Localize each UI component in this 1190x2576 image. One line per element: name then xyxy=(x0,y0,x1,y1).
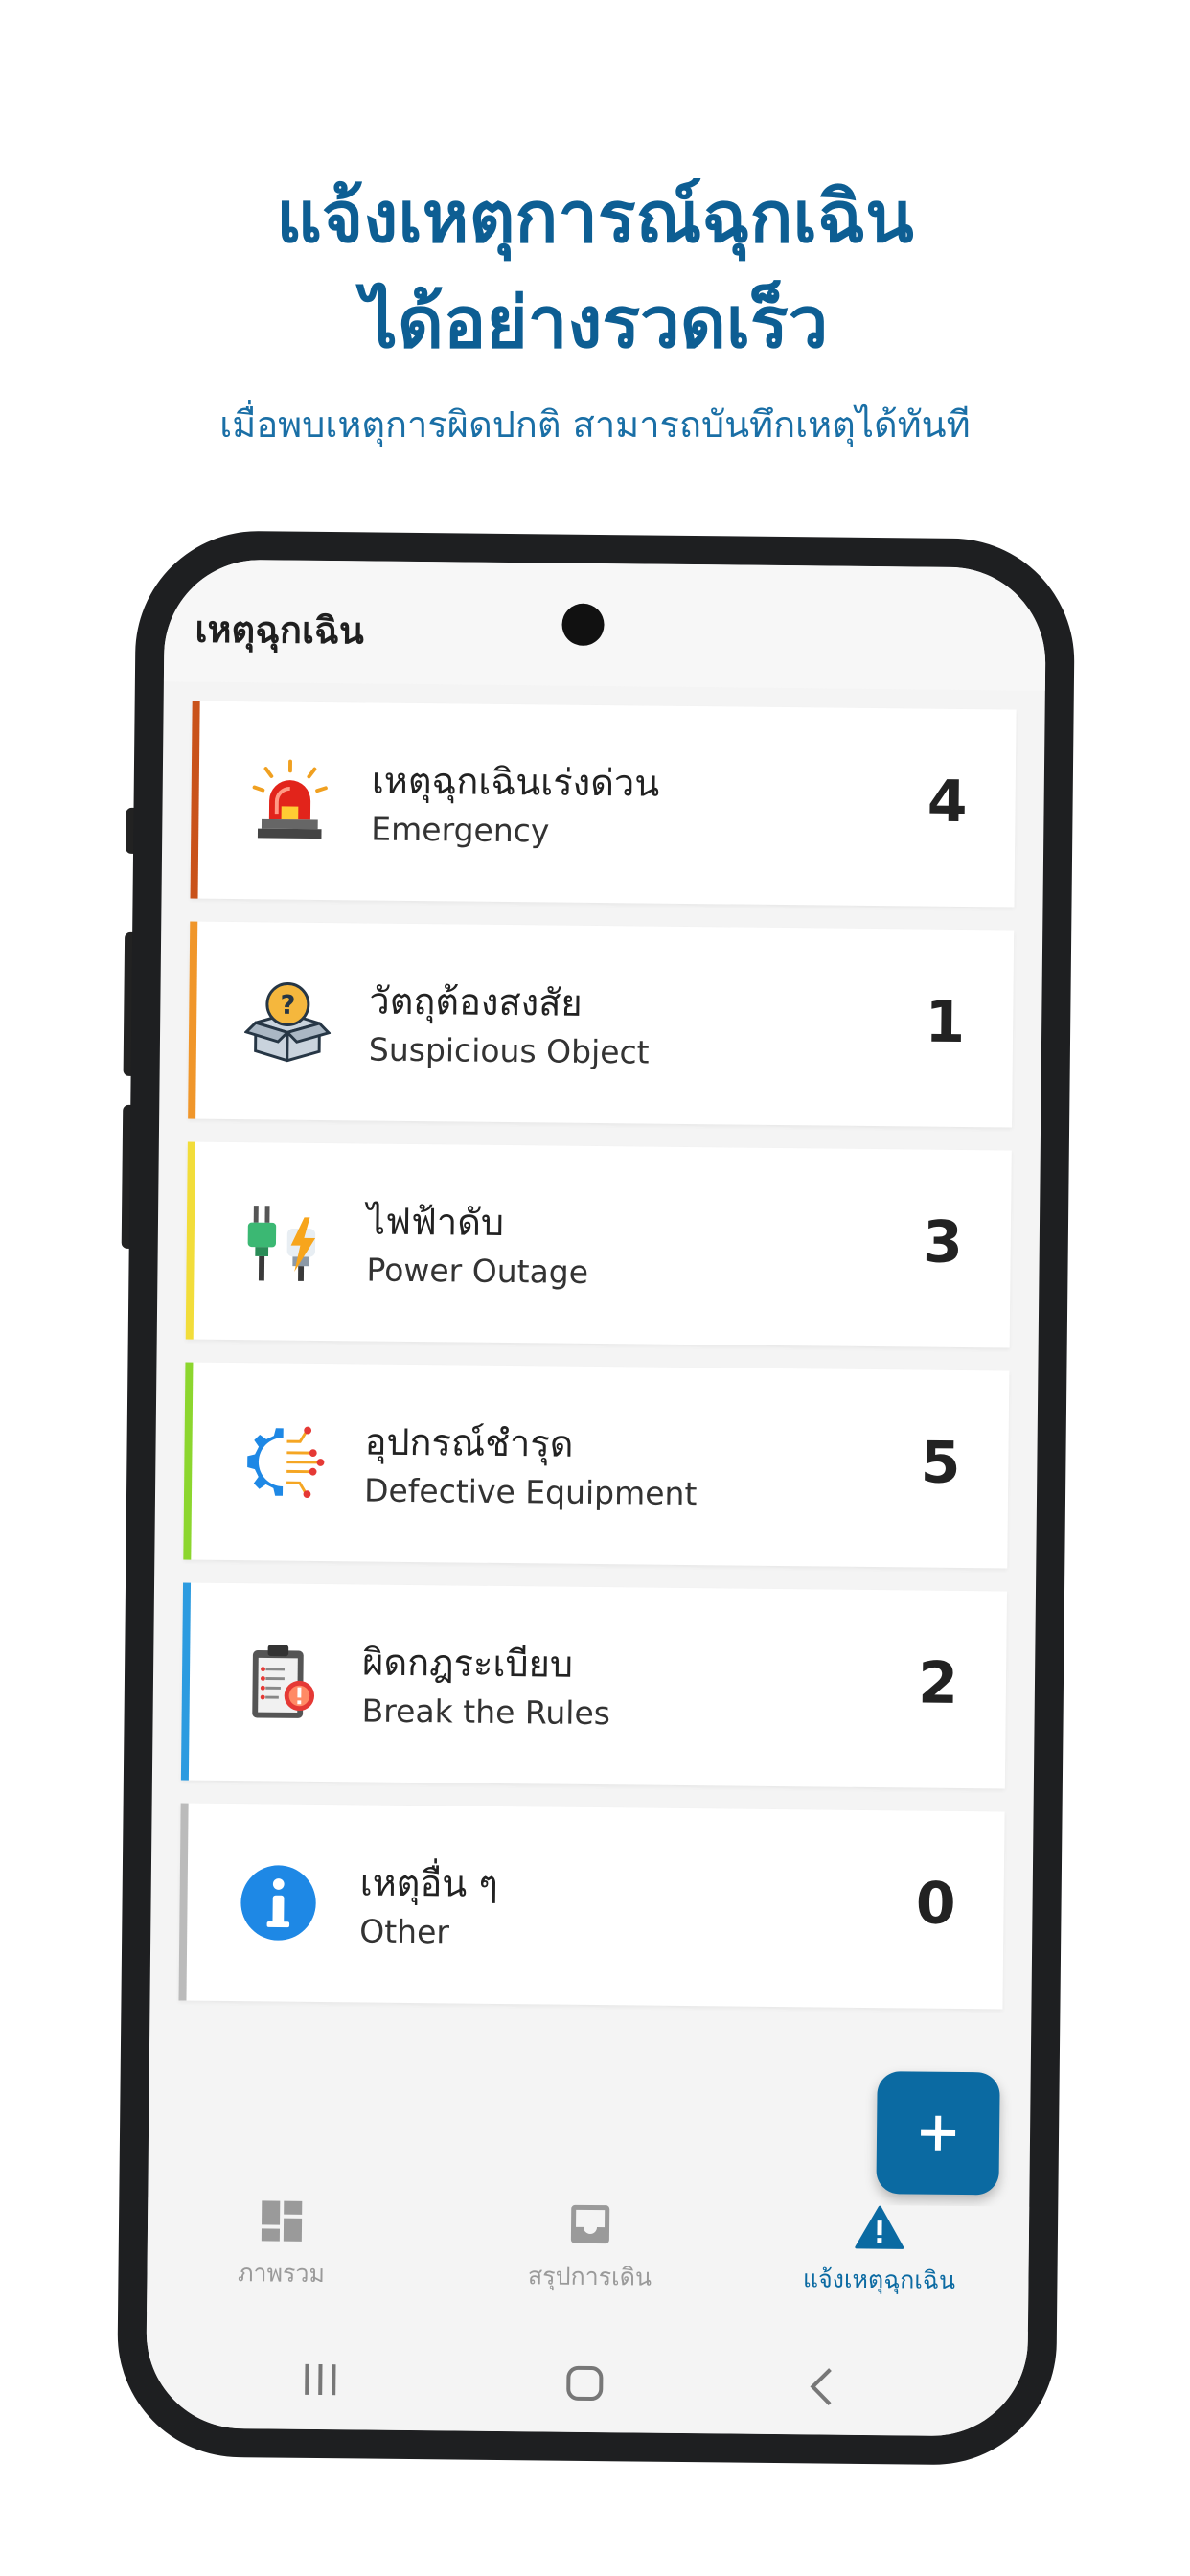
clipboard-warning-icon xyxy=(237,1639,324,1726)
warning-icon xyxy=(855,2205,904,2249)
dashboard-icon xyxy=(261,2200,303,2242)
siren-icon xyxy=(246,757,333,844)
back-icon[interactable] xyxy=(807,2367,835,2406)
add-report-button[interactable] xyxy=(876,2071,1000,2196)
category-name-en: Power Outage xyxy=(366,1251,589,1291)
promo-subtitle: เมื่อพบเหตุการผิดปกติ สามารถบันทึกเหตุได… xyxy=(219,403,971,446)
unplugged-icon xyxy=(241,1198,329,1285)
camera-cutout xyxy=(561,603,605,647)
category-card-emergency[interactable]: เหตุฉุกเฉินเร่งด่วน Emergency 4 xyxy=(190,701,1017,908)
gear-circuit-icon xyxy=(240,1418,327,1506)
category-name-th: เหตุฉุกเฉินเร่งด่วน xyxy=(371,759,660,805)
info-icon xyxy=(235,1859,322,1946)
system-navigation-bar xyxy=(145,2322,1028,2437)
nav-emergency-report[interactable]: แจ้งเหตุฉุกเฉิน xyxy=(735,2204,1023,2301)
promo-title-line2: ได้อย่างรวดเร็ว xyxy=(361,282,829,364)
page-title: เหตุฉุกเฉิน xyxy=(195,608,365,653)
home-icon[interactable] xyxy=(565,2365,604,2402)
nav-emergency-report-label: แจ้งเหตุฉุกเฉิน xyxy=(802,2265,956,2294)
app-screen: เหตุฉุกเฉิน เหตุฉุกเฉินเร่งด่วน Emergenc… xyxy=(145,559,1047,2437)
category-count: 4 xyxy=(927,768,968,837)
category-count: 2 xyxy=(917,1649,959,1717)
category-name-th: อุปกรณ์ชำรุด xyxy=(364,1420,574,1465)
promo-title-line1: แจ้งเหตุการณ์ฉุกเฉิน xyxy=(276,176,914,259)
category-count: 3 xyxy=(922,1208,964,1276)
category-name-en: Other xyxy=(359,1912,450,1951)
category-card-defective-equipment[interactable]: อุปกรณ์ชำรุด Defective Equipment 5 xyxy=(183,1362,1010,1569)
category-count: 1 xyxy=(925,988,966,1057)
category-name-en: Defective Equipment xyxy=(363,1471,698,1513)
category-card-other[interactable]: เหตุอื่น ๆ Other 0 xyxy=(178,1803,1005,2010)
category-name-en: Emergency xyxy=(371,810,550,850)
inbox-icon xyxy=(570,2204,610,2244)
category-name-th: เหตุอื่น ๆ xyxy=(359,1861,499,1905)
category-card-break-the-rules[interactable]: ผิดกฎระเบียบ Break the Rules 2 xyxy=(180,1582,1008,1789)
category-count: 5 xyxy=(920,1429,961,1497)
nav-overview[interactable]: ภาพรวม xyxy=(146,2197,425,2294)
category-card-suspicious-object[interactable]: ? วัตถุต้องสงสัย Suspicious Object 1 xyxy=(188,921,1015,1128)
category-list: เหตุฉุกเฉินเร่งด่วน Emergency 4 ? วัตถุต… xyxy=(178,701,1017,2033)
phone-frame: เหตุฉุกเฉิน เหตุฉุกเฉินเร่งด่วน Emergenc… xyxy=(116,529,1076,2467)
app-bar: เหตุฉุกเฉิน xyxy=(163,559,1047,691)
nav-overview-label: ภาพรวม xyxy=(237,2259,326,2288)
svg-text:?: ? xyxy=(280,991,295,1021)
category-name-th: วัตถุต้องสงสัย xyxy=(369,979,583,1024)
category-name-en: Break the Rules xyxy=(361,1691,611,1733)
bottom-navigation: ภาพรวม สรุปการเดิน แจ้งเหตุฉุกเฉิน xyxy=(146,2197,1030,2322)
category-name-th: ไฟฟ้าดับ xyxy=(366,1200,505,1244)
phone-mockup: เหตุฉุกเฉิน เหตุฉุกเฉินเร่งด่วน Emergenc… xyxy=(116,529,1076,2467)
plus-icon xyxy=(921,2115,956,2150)
recent-apps-icon[interactable] xyxy=(301,2362,339,2397)
nav-summary[interactable]: สรุปการเดิน xyxy=(446,2200,734,2297)
category-card-power-outage[interactable]: ไฟฟ้าดับ Power Outage 3 xyxy=(185,1141,1012,1348)
category-count: 0 xyxy=(915,1870,956,1938)
question-box-icon: ? xyxy=(243,978,332,1065)
nav-summary-label: สรุปการเดิน xyxy=(527,2262,652,2291)
category-name-th: ผิดกฎระเบียบ xyxy=(361,1641,574,1686)
category-name-en: Suspicious Object xyxy=(368,1030,650,1071)
